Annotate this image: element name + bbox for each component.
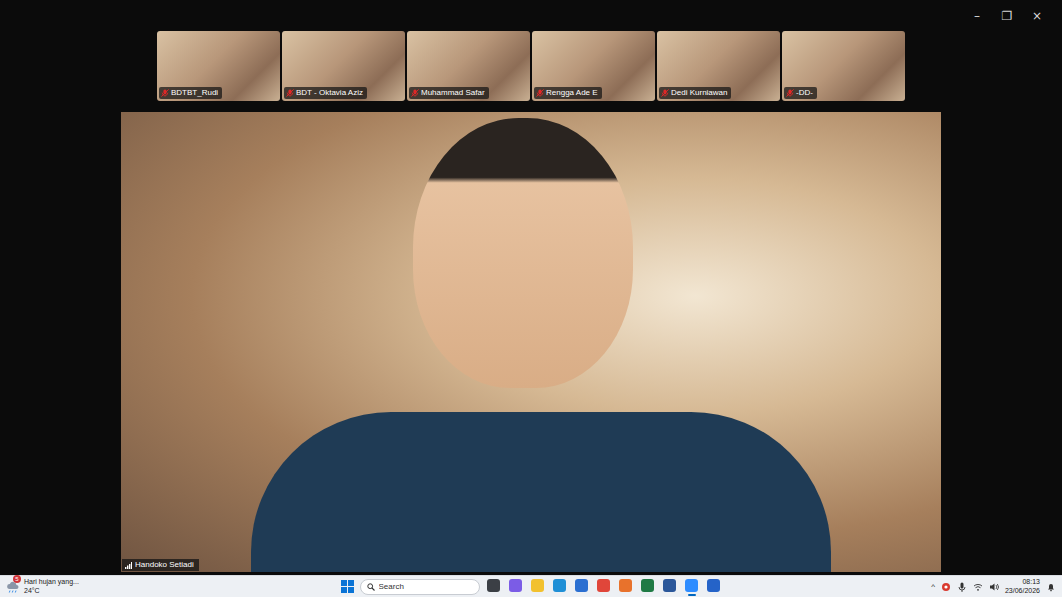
speaker-body bbox=[251, 412, 831, 572]
close-button[interactable]: × bbox=[1024, 7, 1050, 25]
taskbar-left: 5Hari hujan yang...24°C bbox=[6, 578, 341, 594]
participant-tile[interactable]: Dedi Kurniawan bbox=[657, 31, 780, 101]
taskbar-app[interactable] bbox=[618, 578, 634, 596]
participant-name: -DD- bbox=[796, 88, 813, 98]
app-icon bbox=[509, 579, 522, 592]
participant-tile[interactable]: -DD- bbox=[782, 31, 905, 101]
speaker-name: Handoko Setiadi bbox=[135, 560, 194, 570]
active-indicator bbox=[688, 594, 696, 596]
app-icon bbox=[641, 579, 654, 592]
window-controls: –❐× bbox=[0, 0, 1062, 31]
participant-label: Muhammad Safar bbox=[409, 87, 489, 99]
taskbar-center bbox=[341, 578, 722, 596]
taskbar-app[interactable] bbox=[574, 578, 590, 596]
stage-area: Handoko Setiadi bbox=[0, 112, 1062, 572]
app-icon bbox=[553, 579, 566, 592]
app-icon bbox=[575, 579, 588, 592]
clock[interactable]: 08:1323/06/2026 bbox=[1005, 578, 1040, 594]
app-icon bbox=[487, 579, 500, 592]
magnifier-icon bbox=[367, 583, 375, 591]
muted-mic-icon bbox=[411, 89, 419, 97]
participant-tile[interactable]: Muhammad Safar bbox=[407, 31, 530, 101]
taskbar-app[interactable] bbox=[684, 578, 700, 596]
speaker-label: Handoko Setiadi bbox=[122, 559, 199, 571]
start-button[interactable] bbox=[341, 580, 354, 593]
show-hidden-icons-button[interactable]: ^ bbox=[931, 582, 935, 591]
notification-bell-icon bbox=[1046, 582, 1056, 592]
speaker-video[interactable]: Handoko Setiadi bbox=[121, 112, 941, 572]
weather-widget[interactable]: 5Hari hujan yang...24°C bbox=[6, 578, 79, 594]
participant-label: Rengga Ade E bbox=[534, 87, 602, 99]
clock-time: 08:13 bbox=[1022, 578, 1040, 586]
microphone-icon bbox=[957, 582, 967, 592]
signal-icon bbox=[125, 562, 132, 569]
notification-badge: 5 bbox=[13, 575, 21, 583]
taskbar-app[interactable] bbox=[552, 578, 568, 596]
participant-label: BDTBT_Rudi bbox=[159, 87, 222, 99]
restore-button[interactable]: ❐ bbox=[994, 7, 1020, 25]
windows-logo-icon bbox=[341, 580, 354, 593]
taskbar-app[interactable] bbox=[508, 578, 524, 596]
participant-tile[interactable]: BDT - Oktavia Aziz bbox=[282, 31, 405, 101]
taskbar: 5Hari hujan yang...24°C ^ 08:1323/06/2026 bbox=[0, 575, 1062, 597]
participant-label: -DD- bbox=[784, 87, 817, 99]
participant-name: Muhammad Safar bbox=[421, 88, 485, 98]
muted-mic-icon bbox=[536, 89, 544, 97]
weather-temp: 24°C bbox=[24, 587, 79, 595]
system-tray: ^ 08:1323/06/2026 bbox=[722, 578, 1057, 594]
participant-tile[interactable]: BDTBT_Rudi bbox=[157, 31, 280, 101]
app-icon bbox=[685, 579, 698, 592]
muted-mic-icon bbox=[661, 89, 669, 97]
app-icon bbox=[707, 579, 720, 592]
speaker-icon bbox=[989, 582, 999, 592]
muted-mic-icon bbox=[786, 89, 794, 97]
participant-label: Dedi Kurniawan bbox=[659, 87, 731, 99]
app-tray-icon bbox=[941, 582, 951, 592]
wifi-icon bbox=[973, 582, 983, 592]
participant-tile[interactable]: Rengga Ade E bbox=[532, 31, 655, 101]
app-icon bbox=[531, 579, 544, 592]
weather-summary: Hari hujan yang... bbox=[24, 578, 79, 586]
participant-label: BDT - Oktavia Aziz bbox=[284, 87, 367, 99]
speaker-head bbox=[413, 118, 633, 388]
search-input[interactable] bbox=[379, 581, 469, 593]
taskbar-app[interactable] bbox=[662, 578, 678, 596]
taskbar-app[interactable] bbox=[486, 578, 502, 596]
clock-date: 23/06/2026 bbox=[1005, 587, 1040, 595]
app-icon bbox=[619, 579, 632, 592]
gallery-strip: BDTBT_Rudi BDT - Oktavia Aziz Muhammad Saf… bbox=[0, 31, 1062, 101]
participant-name: BDTBT_Rudi bbox=[171, 88, 218, 98]
taskbar-app[interactable] bbox=[530, 578, 546, 596]
participant-name: Rengga Ade E bbox=[546, 88, 598, 98]
taskbar-app[interactable] bbox=[640, 578, 656, 596]
minimize-button[interactable]: – bbox=[964, 7, 990, 25]
muted-mic-icon bbox=[286, 89, 294, 97]
taskbar-app[interactable] bbox=[706, 578, 722, 596]
search-box[interactable] bbox=[360, 579, 480, 595]
weather-text: Hari hujan yang...24°C bbox=[24, 578, 79, 594]
participant-name: BDT - Oktavia Aziz bbox=[296, 88, 363, 98]
muted-mic-icon bbox=[161, 89, 169, 97]
app-icon bbox=[597, 579, 610, 592]
participant-name: Dedi Kurniawan bbox=[671, 88, 727, 98]
taskbar-app[interactable] bbox=[596, 578, 612, 596]
app-icon bbox=[663, 579, 676, 592]
